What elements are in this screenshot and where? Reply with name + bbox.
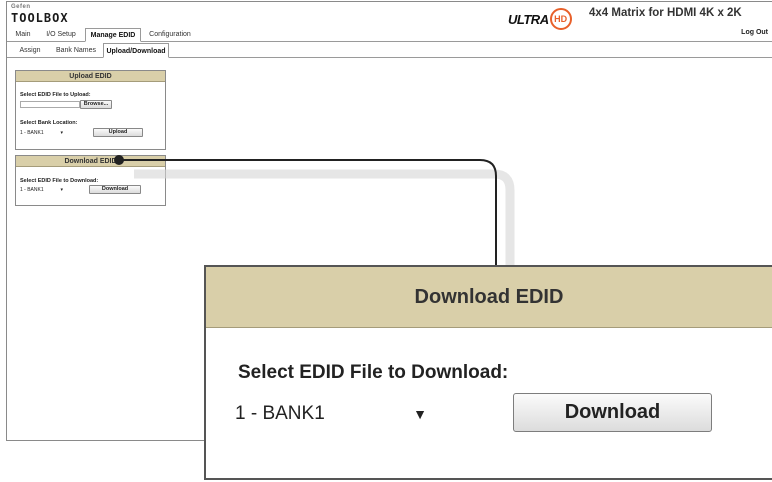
download-panel-title: Download EDID [16, 156, 165, 167]
ultra-hd-logo: ULTRA HD [508, 8, 572, 30]
ultra-word: ULTRA [508, 11, 549, 27]
upload-bank-select[interactable]: 1 - BANK1 ▾ [20, 129, 64, 137]
tab-io-setup[interactable]: I/O Setup [39, 28, 83, 41]
bank-location-label: Select Bank Location: [20, 120, 78, 126]
zoomed-download-panel: Download EDID Select EDID File to Downlo… [204, 265, 772, 480]
toolbox-logo: Gefen TOOLBOX [11, 4, 69, 26]
brand-big: TOOLBOX [11, 11, 69, 25]
chevron-down-icon: ▾ [60, 130, 63, 136]
tab-configuration[interactable]: Configuration [143, 28, 197, 41]
main-tab-bar: Main I/O Setup Manage EDID Configuration [7, 28, 772, 42]
subtab-upload-download[interactable]: Upload/Download [103, 43, 169, 58]
zoomed-bank-value: 1 - BANK1 [235, 403, 325, 424]
subtab-bank-names[interactable]: Bank Names [51, 43, 101, 57]
download-edid-panel: Download EDID Select EDID File to Downlo… [15, 155, 166, 206]
download-file-label: Select EDID File to Download: [20, 178, 99, 184]
zoomed-file-label: Select EDID File to Download: [238, 362, 509, 383]
tab-manage-edid[interactable]: Manage EDID [85, 28, 141, 42]
zoomed-bank-select[interactable]: 1 - BANK1 ▼ [235, 400, 431, 428]
chevron-down-icon: ▼ [413, 406, 427, 422]
subtab-assign[interactable]: Assign [13, 43, 47, 57]
product-title: 4x4 Matrix for HDMI 4K x 2K [589, 7, 742, 19]
zoomed-download-button[interactable]: Download [513, 393, 712, 432]
upload-file-input[interactable] [20, 101, 80, 108]
browse-button[interactable]: Browse... [80, 100, 112, 109]
download-bank-select[interactable]: 1 - BANK1 ▾ [20, 186, 64, 194]
hd-badge: HD [549, 8, 572, 30]
upload-bank-value: 1 - BANK1 [20, 130, 44, 136]
brand-small: Gefen [11, 4, 31, 10]
upload-panel-title: Upload EDID [16, 71, 165, 82]
chevron-down-icon: ▾ [60, 187, 63, 193]
download-button[interactable]: Download [89, 185, 141, 194]
upload-button[interactable]: Upload [93, 128, 143, 137]
upload-file-label: Select EDID File to Upload: [20, 92, 91, 98]
tab-main[interactable]: Main [9, 28, 37, 41]
sub-tab-bar: Assign Bank Names Upload/Download [7, 43, 772, 58]
upload-edid-panel: Upload EDID Select EDID File to Upload: … [15, 70, 166, 150]
download-bank-value: 1 - BANK1 [20, 187, 44, 193]
zoomed-panel-title: Download EDID [206, 267, 772, 328]
